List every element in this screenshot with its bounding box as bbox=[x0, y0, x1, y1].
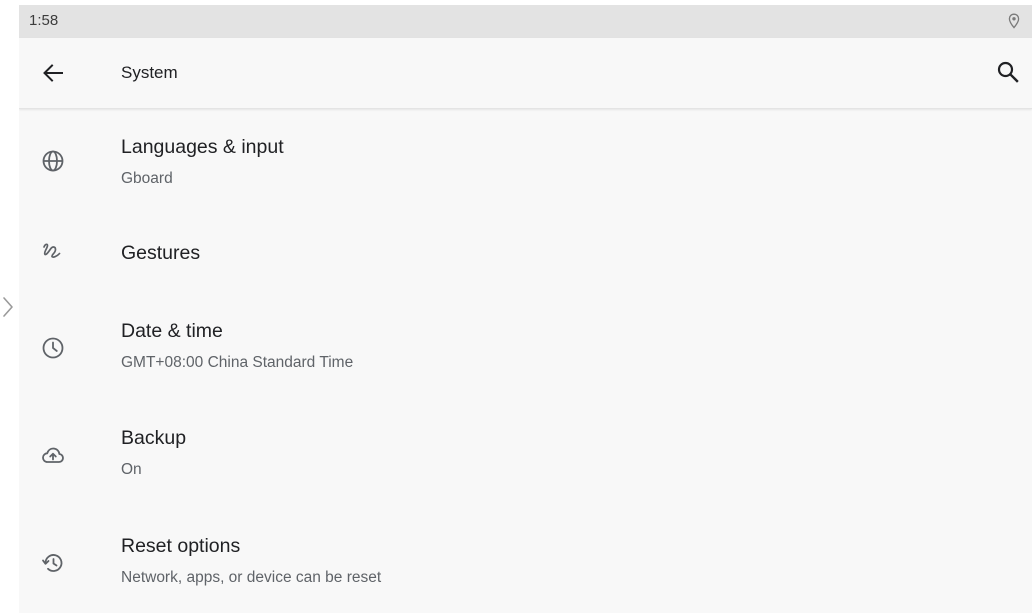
settings-item-backup[interactable]: Backup On bbox=[19, 409, 1032, 497]
chevron-right-icon[interactable] bbox=[2, 296, 14, 318]
gesture-icon bbox=[43, 243, 61, 258]
settings-item-gestures[interactable]: Gestures bbox=[19, 217, 1032, 285]
item-subtitle: Gboard bbox=[121, 170, 173, 187]
restore-icon bbox=[42, 554, 63, 572]
arrow-back-icon[interactable] bbox=[39, 59, 67, 87]
clock-icon bbox=[42, 337, 64, 359]
location-pin-icon bbox=[1008, 13, 1020, 29]
globe-icon bbox=[42, 150, 64, 172]
status-time: 1:58 bbox=[29, 12, 59, 29]
app-frame: 1:58 System Languages & input Gboard Ges… bbox=[0, 0, 1032, 613]
item-title: Reset options bbox=[121, 535, 241, 557]
item-subtitle: On bbox=[121, 461, 142, 478]
settings-item-languages[interactable]: Languages & input Gboard bbox=[19, 115, 1032, 203]
item-subtitle: GMT+08:00 China Standard Time bbox=[121, 354, 354, 371]
item-title: Gestures bbox=[121, 242, 201, 264]
item-title: Date & time bbox=[121, 320, 223, 342]
app-bar: System bbox=[19, 38, 1032, 109]
page-title: System bbox=[121, 63, 178, 82]
item-title: Languages & input bbox=[121, 136, 284, 158]
status-bar: 1:58 bbox=[19, 5, 1032, 38]
settings-screen: 1:58 System Languages & input Gboard Ges… bbox=[19, 5, 1032, 613]
item-subtitle: Network, apps, or device can be reset bbox=[121, 569, 382, 586]
settings-item-date-time[interactable]: Date & time GMT+08:00 China Standard Tim… bbox=[19, 301, 1032, 389]
item-title: Backup bbox=[121, 427, 187, 449]
settings-item-reset[interactable]: Reset options Network, apps, or device c… bbox=[19, 517, 1032, 605]
search-icon[interactable] bbox=[994, 58, 1022, 86]
cloud-upload-icon bbox=[42, 447, 64, 463]
